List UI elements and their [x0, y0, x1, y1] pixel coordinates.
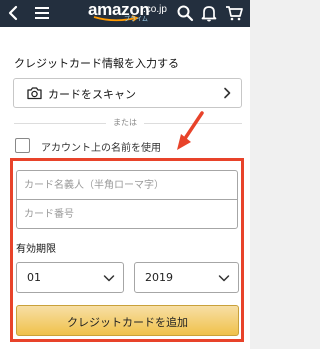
cart-icon[interactable]	[225, 4, 243, 22]
add-credit-card-button[interactable]: クレジットカードを追加	[16, 305, 239, 336]
add-credit-card-label: クレジットカードを追加	[67, 316, 188, 329]
red-pointer-arrow-icon	[177, 111, 204, 150]
chevron-down-icon	[103, 275, 115, 282]
cardholder-name-input[interactable]	[17, 171, 237, 199]
camera-icon	[27, 87, 42, 100]
bell-notification-icon[interactable]	[200, 4, 218, 22]
card-number-field[interactable]	[16, 199, 238, 229]
section-title: クレジットカード情報を入力する	[14, 57, 179, 70]
cardholder-name-field[interactable]	[16, 170, 238, 200]
use-account-name-label[interactable]: アカウント上の名前を使用	[41, 139, 161, 154]
search-icon[interactable]	[176, 4, 194, 22]
chevron-right-icon	[224, 87, 231, 99]
scan-card-label: カードをスキャン	[48, 88, 136, 101]
expiry-month-select[interactable]: 01	[16, 262, 124, 293]
hamburger-menu-icon[interactable]	[34, 5, 50, 21]
expiry-label: 有効期限	[16, 244, 56, 255]
expiry-year-select[interactable]: 2019	[134, 262, 239, 293]
card-number-input[interactable]	[17, 200, 237, 228]
chevron-down-icon	[218, 275, 230, 282]
expiry-year-value: 2019	[145, 271, 173, 284]
amazon-logo[interactable]: amazon .co.jp プライム	[88, 0, 167, 27]
expiry-month-value: 01	[27, 271, 41, 284]
logo-prime-label: プライム	[124, 16, 148, 23]
use-account-name-checkbox[interactable]	[15, 138, 30, 153]
top-nav-bar: amazon .co.jp プライム	[0, 0, 250, 27]
scan-card-button[interactable]: カードをスキャン	[13, 78, 242, 108]
back-chevron-icon[interactable]	[5, 4, 23, 22]
